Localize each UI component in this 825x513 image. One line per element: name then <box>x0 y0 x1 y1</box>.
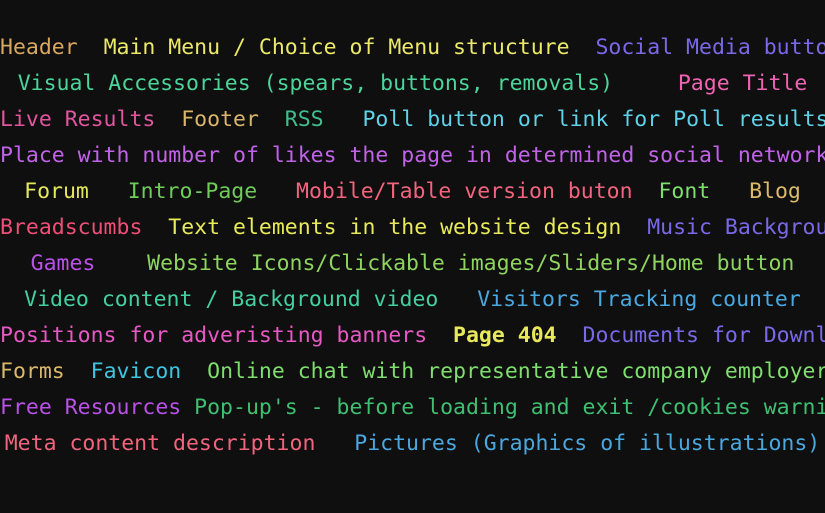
word-spacer <box>78 36 104 60</box>
word-term[interactable]: RSS <box>285 108 324 132</box>
word-spacer <box>65 360 91 384</box>
word-term[interactable]: Video content / Background video <box>24 288 438 312</box>
word-spacer <box>315 432 354 456</box>
word-term[interactable]: Mobile/Table version buton <box>296 180 633 204</box>
word-cloud-line: Forms Favicon Online chat with represent… <box>0 360 825 384</box>
word-term[interactable]: Music Background <box>647 216 825 240</box>
word-spacer <box>89 180 128 204</box>
word-spacer <box>570 36 596 60</box>
word-cloud-line: Header Main Menu / Choice of Menu struct… <box>0 36 825 60</box>
word-spacer <box>142 216 168 240</box>
word-cloud-line: Forum Intro-Page Mobile/Table version bu… <box>0 180 825 204</box>
word-spacer <box>710 180 749 204</box>
word-term[interactable]: Live Results <box>0 108 155 132</box>
word-cloud-canvas: Header Main Menu / Choice of Menu struct… <box>0 0 825 513</box>
word-spacer <box>95 252 147 276</box>
word-term[interactable]: Header <box>0 36 78 60</box>
word-spacer <box>613 72 678 96</box>
word-term[interactable]: Favicon <box>91 360 182 384</box>
word-cloud-line: Place with number of likes the page in d… <box>0 144 825 168</box>
word-term[interactable]: Forum <box>24 180 89 204</box>
word-spacer <box>181 360 207 384</box>
word-spacer <box>181 396 194 420</box>
word-spacer <box>155 108 181 132</box>
word-cloud-line: Meta content description Pictures (Graph… <box>0 432 825 456</box>
word-term[interactable]: Blog <box>749 180 801 204</box>
word-cloud-line: Games Website Icons/Clickable images/Sli… <box>0 252 825 276</box>
word-term[interactable]: Font <box>658 180 710 204</box>
word-spacer <box>621 216 647 240</box>
word-term[interactable]: Footer <box>181 108 259 132</box>
word-term[interactable]: Page Title <box>678 72 807 96</box>
word-term[interactable]: Forms <box>0 360 65 384</box>
word-term[interactable]: Social Media buttons <box>595 36 825 60</box>
word-spacer <box>324 108 363 132</box>
word-term[interactable]: Positions for adveristing banners <box>0 324 427 348</box>
word-spacer <box>259 108 285 132</box>
word-term[interactable]: Poll button or link for Poll results <box>362 108 825 132</box>
word-cloud-line: Free Resources Pop-up's - before loading… <box>0 396 825 420</box>
word-term[interactable]: Pop-up's - before loading and exit /cook… <box>194 396 825 420</box>
word-cloud-line: Video content / Background video Visitor… <box>0 288 825 312</box>
word-term[interactable]: Breadscumbs <box>0 216 142 240</box>
word-term[interactable]: Games <box>31 252 96 276</box>
word-term[interactable]: Text elements in the website design <box>168 216 621 240</box>
word-spacer <box>427 324 453 348</box>
word-spacer <box>557 324 583 348</box>
word-term[interactable]: Intro-Page <box>128 180 257 204</box>
word-term[interactable]: Page 404 <box>453 324 557 348</box>
word-cloud-line: Visual Accessories (spears, buttons, rem… <box>0 72 825 96</box>
word-cloud-line: Positions for adveristing banners Page 4… <box>0 324 825 348</box>
word-cloud-line: Breadscumbs Text elements in the website… <box>0 216 825 240</box>
word-term[interactable]: Visitors Tracking counter <box>477 288 801 312</box>
word-term[interactable]: Documents for Download <box>583 324 825 348</box>
word-spacer <box>633 180 659 204</box>
word-term[interactable]: Meta content description <box>5 432 316 456</box>
word-term[interactable]: Free Resources <box>0 396 181 420</box>
word-term[interactable]: Pictures (Graphics of illustrations) <box>354 432 820 456</box>
word-spacer <box>257 180 296 204</box>
word-spacer <box>438 288 477 312</box>
word-term[interactable]: Visual Accessories (spears, buttons, rem… <box>18 72 613 96</box>
word-term[interactable]: Main Menu / Choice of Menu structure <box>104 36 570 60</box>
word-term[interactable]: Place with number of likes the page in d… <box>0 144 825 168</box>
word-term[interactable]: Online chat with representative company … <box>207 360 825 384</box>
word-cloud-line: Live Results Footer RSS Poll button or l… <box>0 108 825 132</box>
word-term[interactable]: Website Icons/Clickable images/Sliders/H… <box>147 252 794 276</box>
